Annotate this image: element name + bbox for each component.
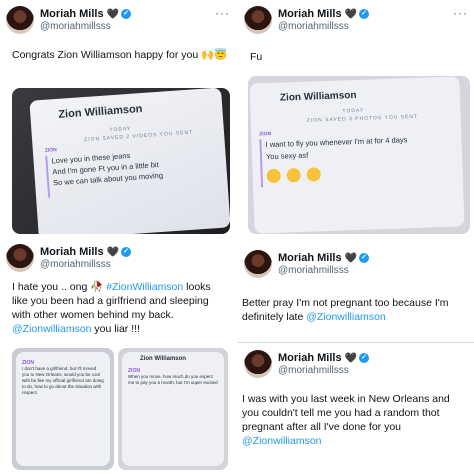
chat-status: TODAY	[109, 125, 132, 134]
chat-saved-note: ZION SAVED 2 VIDEOS YOU SENT	[84, 129, 194, 144]
tweet-text: Better pray I'm not pregnant too because…	[242, 297, 449, 323]
chat-title: Zion Williamson	[140, 356, 186, 362]
emoji-icon	[286, 167, 301, 183]
chat-message: I don't have a girlfriend, but I'll move…	[22, 366, 104, 395]
tweet-header: Moriah Mills 🖤 ✓ @moriahmillsss ···	[244, 6, 468, 40]
tweet-header: Moriah Mills 🖤 ✓ @moriahmillsss	[6, 244, 230, 278]
black-heart-icon: 🖤	[344, 253, 358, 264]
black-heart-icon: 🖤	[106, 9, 120, 20]
chat-message: I want to fly you whenever I'm at for 4 …	[265, 135, 408, 162]
avatar[interactable]	[6, 244, 34, 272]
tweet-photo[interactable]: Zion Williamson TODAY ZION SAVED 3 PHOTO…	[248, 76, 470, 234]
tweet-header: Moriah Mills 🖤 ✓ @moriahmillsss	[244, 350, 468, 384]
avatar[interactable]	[244, 350, 272, 378]
tweet-5[interactable]: Moriah Mills 🖤 ✓ @moriahmillsss I was wit…	[238, 344, 474, 474]
tweet-4[interactable]: Moriah Mills 🖤 ✓ @moriahmillsss Better pr…	[238, 244, 474, 340]
mention-link[interactable]: @Zionwilliamson	[12, 323, 92, 335]
emoji-icon	[266, 168, 281, 184]
hashtag-link[interactable]: #ZionWilliamson	[106, 281, 183, 293]
tweet-photo-left[interactable]: ZION I don't have a girlfriend, but I'll…	[12, 348, 114, 470]
sender-label: ZION	[259, 130, 272, 138]
avatar[interactable]	[244, 6, 272, 34]
verified-icon: ✓	[121, 9, 132, 20]
tweet-3[interactable]: Moriah Mills 🖤 ✓ @moriahmillsss I hate yo…	[0, 238, 236, 474]
tweet-text: Congrats Zion Williamson happy for you 🙌…	[12, 49, 228, 61]
mention-link[interactable]: @Zionwilliamson	[242, 435, 322, 447]
avatar[interactable]	[6, 6, 34, 34]
author-name[interactable]: Moriah Mills 🖤 ✓	[278, 252, 370, 264]
more-options-icon[interactable]: ···	[215, 6, 230, 20]
chat-message: When you move, how much do you expect me…	[128, 374, 218, 385]
black-heart-icon: 🖤	[344, 9, 358, 20]
chat-title: Zion Williamson	[57, 103, 143, 121]
chat-screen: Zion Williamson TODAY ZION SAVED 2 VIDEO…	[29, 88, 230, 234]
sender-label: ZION	[44, 147, 58, 154]
author-name[interactable]: Moriah Mills 🖤 ✓	[40, 8, 132, 20]
author-handle[interactable]: @moriahmillsss	[278, 365, 349, 376]
message-bar	[259, 139, 263, 188]
message-bar	[45, 155, 50, 198]
tweet-1[interactable]: Moriah Mills 🖤 ✓ @moriahmillsss ··· Congr…	[0, 0, 236, 236]
tweet-text: I was with you last week in New Orleans …	[242, 393, 450, 447]
author-name[interactable]: Moriah Mills 🖤 ✓	[40, 246, 132, 258]
author-handle[interactable]: @moriahmillsss	[278, 21, 349, 32]
tweet-photo[interactable]: Zion Williamson TODAY ZION SAVED 2 VIDEO…	[12, 88, 230, 234]
tweet-text: I hate you .. ong 🥀 #ZionWilliamson look…	[12, 281, 211, 335]
black-heart-icon: 🖤	[344, 353, 358, 364]
author-handle[interactable]: @moriahmillsss	[40, 21, 111, 32]
tweet-photo-right[interactable]: Zion Williamson ZION When you move, how …	[118, 348, 228, 470]
chat-screen: Zion Williamson ZION When you move, how …	[122, 352, 224, 466]
verified-icon: ✓	[359, 353, 370, 364]
chat-screen: Zion Williamson TODAY ZION SAVED 3 PHOTO…	[249, 76, 465, 234]
tweet-header: Moriah Mills 🖤 ✓ @moriahmillsss ···	[6, 6, 230, 40]
chat-message: Love you in these jeans And I'm gone Ft …	[51, 150, 164, 188]
verified-icon: ✓	[359, 9, 370, 20]
chat-title: Zion Williamson	[279, 89, 357, 104]
black-heart-icon: 🖤	[106, 247, 120, 258]
tweet-header: Moriah Mills 🖤 ✓ @moriahmillsss	[244, 250, 468, 284]
chat-status: TODAY	[342, 107, 365, 115]
emoji-icon	[306, 167, 321, 182]
author-handle[interactable]: @moriahmillsss	[278, 265, 349, 276]
author-name[interactable]: Moriah Mills 🖤 ✓	[278, 352, 370, 364]
tweet-text: Fu	[250, 51, 263, 63]
tweet-2[interactable]: Moriah Mills 🖤 ✓ @moriahmillsss ··· Fu Zi…	[238, 0, 474, 236]
mention-link[interactable]: @Zionwilliamson	[306, 311, 386, 323]
chat-saved-note: ZION SAVED 3 PHOTOS YOU SENT	[306, 113, 419, 124]
avatar[interactable]	[244, 250, 272, 278]
author-name[interactable]: Moriah Mills 🖤 ✓	[278, 8, 370, 20]
verified-icon: ✓	[121, 247, 132, 258]
verified-icon: ✓	[359, 253, 370, 264]
more-options-icon[interactable]: ···	[453, 6, 468, 20]
chat-screen: ZION I don't have a girlfriend, but I'll…	[16, 352, 110, 466]
divider	[238, 342, 474, 343]
author-handle[interactable]: @moriahmillsss	[40, 259, 111, 270]
